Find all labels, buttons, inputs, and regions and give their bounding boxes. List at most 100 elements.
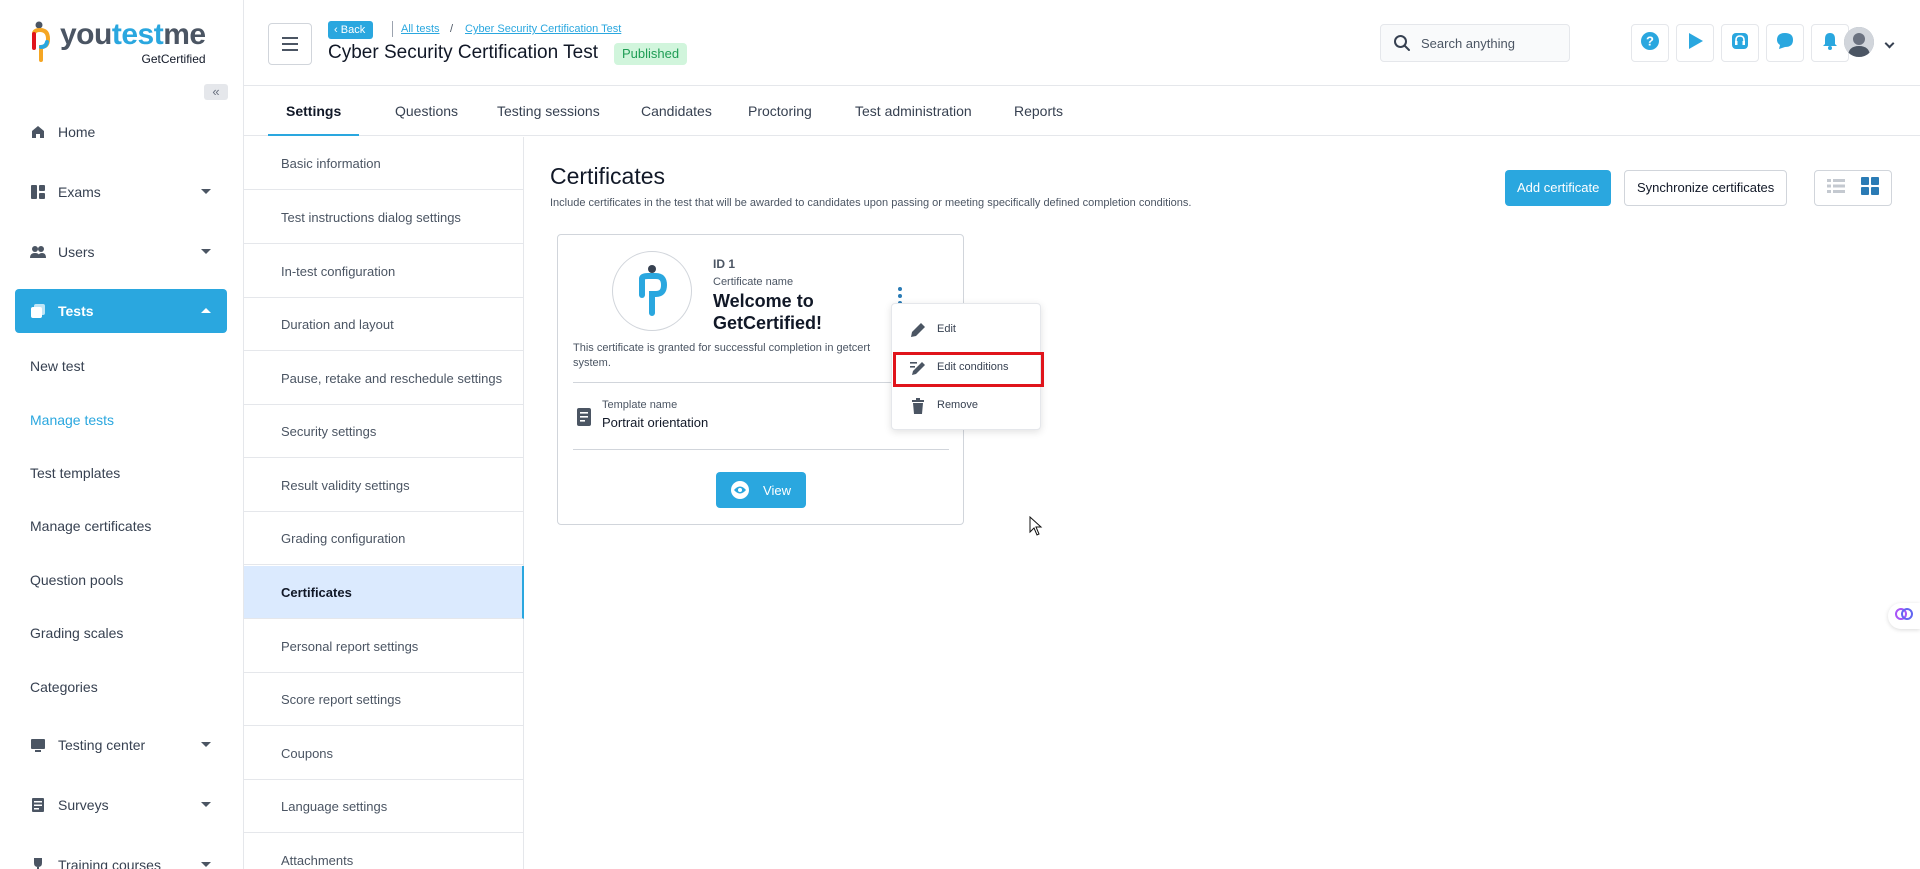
certificate-name-label: Certificate name	[713, 276, 794, 288]
settings-item-test-instructions[interactable]: Test instructions dialog settings	[244, 191, 524, 244]
sidebar-item-tests[interactable]: Tests	[15, 289, 227, 333]
chevron-down-icon	[201, 862, 211, 867]
eye-icon	[731, 481, 750, 499]
status-badge: Published	[614, 43, 688, 65]
sidebar-subitem-manage-tests[interactable]: Manage tests	[30, 412, 114, 428]
tab-test-administration[interactable]: Test administration	[837, 86, 990, 136]
sidebar-item-label: Surveys	[58, 797, 109, 813]
sidebar-subitem-test-templates[interactable]: Test templates	[30, 465, 120, 481]
sidebar-item-testing-center[interactable]: Testing center	[15, 723, 227, 767]
sidebar-subitem-grading-scales[interactable]: Grading scales	[30, 625, 123, 641]
logo-mark-icon	[30, 20, 54, 68]
certificate-name: Welcome to GetCertified!	[713, 291, 823, 333]
grid-view-icon[interactable]	[1860, 176, 1880, 201]
settings-item-certificates[interactable]: Certificates	[244, 566, 524, 619]
sidebar-subitem-question-pools[interactable]: Question pools	[30, 572, 123, 588]
support-button[interactable]	[1721, 24, 1759, 62]
highlight-box	[893, 352, 1044, 387]
settings-item-score-report[interactable]: Score report settings	[244, 673, 524, 726]
settings-item-duration-layout[interactable]: Duration and layout	[244, 298, 524, 351]
top-header: ‹ Back All tests / Cyber Security Certif…	[244, 0, 1920, 86]
play-icon	[1685, 31, 1705, 56]
assistant-widget-button[interactable]	[1888, 603, 1920, 629]
settings-menu: Basic information Test instructions dial…	[244, 137, 524, 869]
search-placeholder: Search anything	[1421, 35, 1515, 51]
sidebar: youtestme GetCertified « Home Exams User…	[0, 0, 244, 869]
settings-item-result-validity[interactable]: Result validity settings	[244, 459, 524, 512]
template-name: Portrait orientation	[602, 415, 709, 430]
trash-icon	[909, 397, 927, 418]
settings-item-grading-configuration[interactable]: Grading configuration	[244, 512, 524, 565]
back-button[interactable]: ‹ Back	[328, 21, 374, 39]
settings-item-pause-retake[interactable]: Pause, retake and reschedule settings	[244, 352, 524, 405]
brain-icon	[1895, 605, 1913, 628]
settings-item-personal-report[interactable]: Personal report settings	[244, 620, 524, 673]
exams-icon	[30, 184, 46, 200]
search-input[interactable]: Search anything	[1380, 24, 1570, 62]
menu-toggle-button[interactable]	[268, 23, 312, 65]
settings-item-language[interactable]: Language settings	[244, 780, 524, 833]
tests-icon	[30, 303, 46, 319]
brand-logo[interactable]: youtestme GetCertified	[30, 20, 206, 68]
chat-button[interactable]	[1766, 24, 1804, 62]
sidebar-item-surveys[interactable]: Surveys	[15, 783, 227, 827]
help-button[interactable]: ?	[1631, 24, 1669, 62]
play-tour-button[interactable]	[1676, 24, 1714, 62]
synchronize-certificates-button[interactable]: Synchronize certificates	[1624, 170, 1788, 206]
sidebar-item-label: Tests	[58, 303, 94, 319]
list-view-icon[interactable]	[1826, 177, 1846, 200]
settings-item-in-test-configuration[interactable]: In-test configuration	[244, 245, 524, 298]
chevron-down-icon	[201, 742, 211, 747]
menu-item-edit[interactable]: Edit	[892, 312, 1042, 346]
menu-item-remove[interactable]: Remove	[892, 388, 1042, 422]
chevron-down-icon	[201, 189, 211, 194]
tab-candidates[interactable]: Candidates	[623, 86, 730, 136]
sidebar-subitem-categories[interactable]: Categories	[30, 679, 98, 695]
sidebar-item-home[interactable]: Home	[15, 110, 227, 154]
back-label: Back	[340, 24, 366, 36]
breadcrumb-all-tests[interactable]: All tests	[401, 23, 440, 35]
certificate-id: ID 1	[713, 257, 736, 271]
tab-questions[interactable]: Questions	[377, 86, 476, 136]
sidebar-item-label: Testing center	[58, 737, 146, 753]
tab-testing-sessions[interactable]: Testing sessions	[479, 86, 618, 136]
breadcrumb-current-test[interactable]: Cyber Security Certification Test	[465, 23, 621, 35]
users-icon	[30, 244, 46, 260]
testing-center-icon	[30, 737, 46, 753]
certificate-logo-icon	[612, 251, 692, 331]
logo-word-me: me	[163, 18, 206, 51]
sidebar-item-users[interactable]: Users	[15, 230, 227, 274]
help-icon: ?	[1640, 31, 1660, 56]
sidebar-item-exams[interactable]: Exams	[15, 170, 227, 214]
template-name-label: Template name	[602, 399, 678, 411]
add-certificate-button[interactable]: Add certificate	[1505, 170, 1612, 206]
tab-settings[interactable]: Settings	[268, 86, 360, 136]
certificate-description: This certificate is granted for successf…	[573, 341, 903, 371]
breadcrumb-separator: /	[450, 23, 454, 35]
collapse-sidebar-button[interactable]: «	[204, 84, 228, 100]
settings-item-attachments[interactable]: Attachments	[244, 834, 524, 869]
trophy-icon	[30, 857, 46, 869]
certificate-description-line: system.	[573, 357, 611, 369]
avatar[interactable]	[1844, 27, 1874, 57]
settings-item-coupons[interactable]: Coupons	[244, 727, 524, 780]
breadcrumb-divider	[392, 21, 393, 37]
search-icon	[1393, 34, 1411, 52]
svg-text:?: ?	[1646, 33, 1654, 48]
settings-item-basic-information[interactable]: Basic information	[244, 137, 524, 190]
view-certificate-button[interactable]: View	[716, 472, 806, 508]
sidebar-item-label: Home	[58, 124, 96, 140]
tab-proctoring[interactable]: Proctoring	[730, 86, 830, 136]
chevron-down-icon[interactable]	[1884, 38, 1895, 49]
sidebar-subitem-manage-certificates[interactable]: Manage certificates	[30, 518, 151, 534]
chevron-up-icon	[201, 308, 211, 313]
divider	[573, 449, 949, 450]
tab-reports[interactable]: Reports	[996, 86, 1081, 136]
sidebar-item-training-courses[interactable]: Training courses	[15, 843, 227, 869]
settings-item-security[interactable]: Security settings	[244, 405, 524, 458]
sidebar-subitem-new-test[interactable]: New test	[30, 358, 84, 374]
logo-subtitle: GetCertified	[141, 52, 206, 66]
section-title: Certificates	[550, 163, 666, 189]
view-button-label: View	[763, 482, 791, 498]
sidebar-item-label: Users	[58, 244, 95, 260]
